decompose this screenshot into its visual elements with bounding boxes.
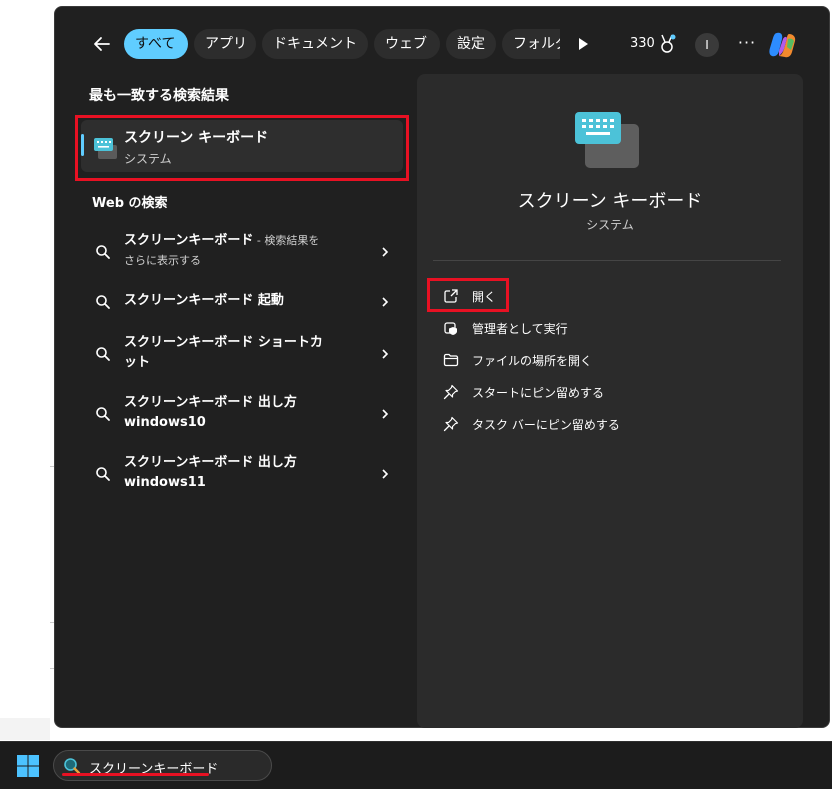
- pin-icon: [443, 416, 459, 432]
- filter-folders[interactable]: フォルダー: [502, 29, 560, 59]
- run-as-admin-label: 管理者として実行: [472, 322, 568, 336]
- highlight-box-best-match: [75, 115, 409, 181]
- chevron-right-icon: [382, 247, 389, 257]
- background-artifact: [0, 718, 50, 740]
- chevron-right-icon: [382, 469, 389, 479]
- web-result-item[interactable]: スクリーンキーボード 出し方 windows10: [81, 393, 403, 437]
- web-result-line2: さらに表示する: [124, 254, 201, 267]
- taskbar: スクリーンキーボード: [0, 741, 832, 789]
- web-result-item[interactable]: スクリーンキーボード ショートカ ット: [81, 333, 403, 377]
- admin-shield-icon: [444, 322, 457, 335]
- rewards-points: 330: [630, 36, 655, 51]
- chevron-right-icon: [382, 409, 389, 419]
- web-search-heading: Web の検索: [92, 196, 168, 211]
- preview-title: スクリーン キーボード: [517, 191, 703, 212]
- run-as-admin-action[interactable]: 管理者として実行: [443, 318, 603, 340]
- search-icon: [96, 467, 110, 481]
- web-result-item[interactable]: スクリーンキーボード 出し方 windows11: [81, 453, 403, 497]
- web-result-item[interactable]: スクリーンキーボード 起動: [81, 291, 403, 313]
- preview-subtitle: システム: [586, 218, 634, 232]
- folder-icon: [443, 353, 459, 367]
- pin-to-taskbar-label: タスク バーにピン留めする: [472, 418, 620, 432]
- search-icon: [96, 245, 110, 259]
- filter-bar: すべて アプリ ドキュメント ウェブ 設定 フォルダー 330 I ···: [55, 7, 829, 79]
- web-result-label: スクリーンキーボード 起動: [124, 293, 284, 308]
- chevron-right-icon: [382, 349, 389, 359]
- windows-start-icon[interactable]: [16, 754, 40, 778]
- search-icon: [96, 407, 110, 421]
- best-match-heading: 最も一致する検索結果: [89, 88, 229, 104]
- filter-web[interactable]: ウェブ: [374, 29, 440, 59]
- web-result-suffix: - 検索結果を: [253, 234, 320, 247]
- divider: [433, 260, 781, 261]
- web-result-label: スクリーンキーボード: [124, 233, 254, 248]
- web-result-label: スクリーンキーボード 出し方: [124, 455, 297, 470]
- pin-to-taskbar-action[interactable]: タスク バーにピン留めする: [443, 414, 643, 436]
- filter-apps[interactable]: アプリ: [194, 29, 256, 59]
- web-result-line2: windows10: [124, 415, 206, 430]
- highlight-underline: [62, 773, 209, 776]
- pin-icon: [443, 384, 459, 400]
- taskbar-search-input[interactable]: スクリーンキーボード: [53, 750, 272, 781]
- search-icon: [96, 295, 110, 309]
- filter-documents[interactable]: ドキュメント: [262, 29, 368, 59]
- pin-to-start-label: スタートにピン留めする: [472, 386, 605, 400]
- scroll-right-icon[interactable]: [575, 35, 591, 53]
- open-file-location-label: ファイルの場所を開く: [472, 354, 593, 368]
- web-result-label: スクリーンキーボード ショートカ: [124, 335, 323, 350]
- web-result-label: スクリーンキーボード 出し方: [124, 395, 297, 410]
- copilot-icon[interactable]: [767, 29, 799, 61]
- web-result-line2: ット: [124, 355, 151, 370]
- web-result-line2: windows11: [124, 475, 206, 490]
- on-screen-keyboard-icon: [575, 112, 639, 168]
- open-file-location-action[interactable]: ファイルの場所を開く: [443, 350, 623, 372]
- highlight-box-open: [427, 278, 509, 312]
- web-result-item[interactable]: スクリーンキーボード - 検索結果を さらに表示する: [81, 231, 403, 275]
- avatar[interactable]: I: [695, 33, 719, 57]
- filter-all[interactable]: すべて: [124, 29, 188, 59]
- filter-settings[interactable]: 設定: [446, 29, 496, 59]
- medal-icon[interactable]: [657, 33, 677, 55]
- search-icon: [96, 347, 110, 361]
- back-arrow-icon[interactable]: [89, 31, 115, 57]
- start-search-panel: すべて アプリ ドキュメント ウェブ 設定 フォルダー 330 I ··· 最も…: [54, 6, 830, 728]
- pin-to-start-action[interactable]: スタートにピン留めする: [443, 382, 633, 404]
- preview-pane: スクリーン キーボード システム 開く 管理者として実行 ファイルの場所を開く: [417, 74, 803, 728]
- chevron-right-icon: [382, 297, 389, 307]
- more-options-icon[interactable]: ···: [735, 33, 759, 57]
